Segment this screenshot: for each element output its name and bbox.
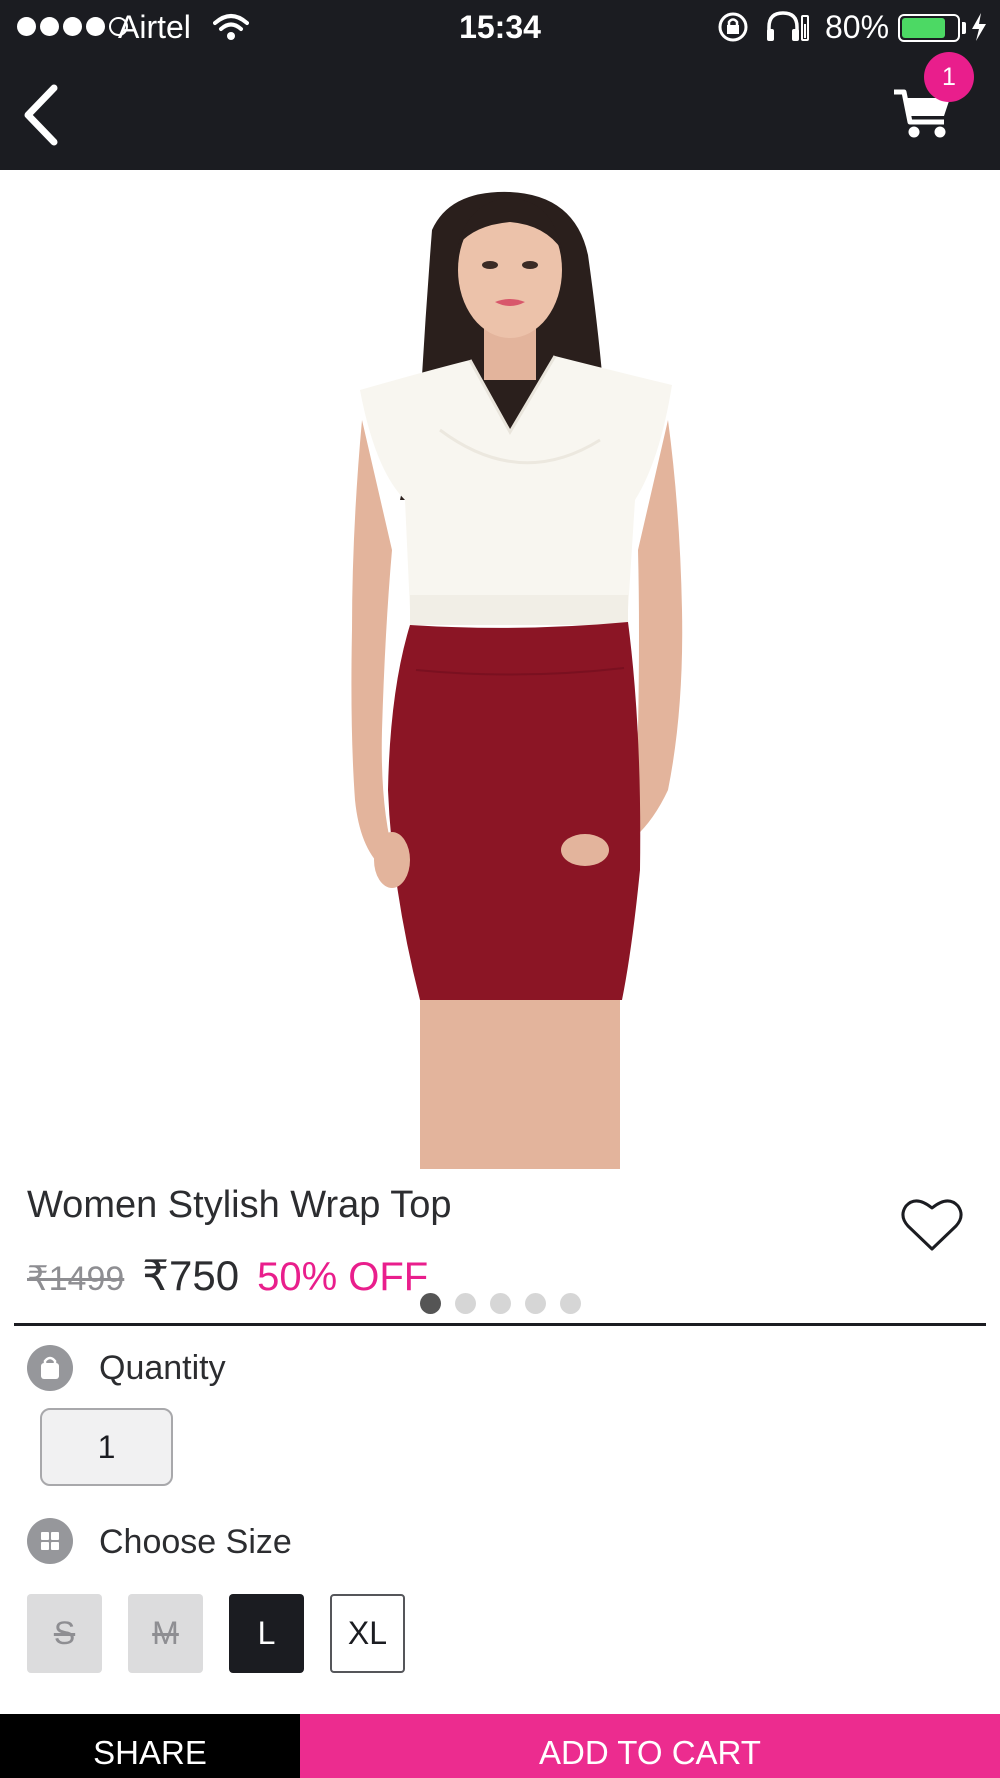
size-option-m: M (128, 1594, 203, 1673)
grid-icon (27, 1518, 73, 1564)
section-divider (14, 1323, 986, 1326)
shopping-bag-icon (27, 1345, 73, 1391)
headphones-icon (767, 11, 809, 41)
product-image-carousel[interactable] (0, 170, 1000, 1314)
price-row: ₹1499 ₹750 50% OFF (27, 1251, 428, 1300)
battery-level (902, 18, 946, 38)
status-bar: Airtel 15:34 80% (0, 0, 1000, 54)
carousel-dot[interactable] (454, 1293, 476, 1314)
app-header: Airtel 15:34 80% 1 (0, 0, 1000, 170)
quantity-selector[interactable]: 1 (40, 1408, 173, 1486)
carousel-dot[interactable] (559, 1293, 581, 1314)
charging-icon (972, 13, 986, 41)
discount-label: 50% OFF (257, 1255, 429, 1299)
cart-count-badge: 1 (924, 52, 974, 102)
battery-percent: 80% (825, 9, 890, 45)
rotation-lock-icon (718, 12, 748, 42)
share-button[interactable]: SHARE (0, 1714, 300, 1778)
carousel-dot[interactable] (489, 1293, 511, 1314)
sale-price: ₹750 (142, 1252, 240, 1299)
carousel-dot[interactable] (524, 1293, 546, 1314)
size-options: S M L XL (27, 1594, 405, 1673)
size-option-l[interactable]: L (229, 1594, 304, 1673)
product-title: Women Stylish Wrap Top (27, 1184, 452, 1226)
choose-size-label: Choose Size (99, 1523, 292, 1561)
quantity-label: Quantity (99, 1349, 226, 1387)
original-price: ₹1499 (27, 1260, 125, 1298)
back-button[interactable] (14, 78, 74, 148)
heart-icon[interactable] (900, 1196, 964, 1254)
add-to-cart-button[interactable]: ADD TO CART (300, 1714, 1000, 1778)
battery-cap (962, 22, 966, 34)
product-photo (351, 191, 683, 1169)
battery-icon (898, 14, 960, 42)
size-option-xl[interactable]: XL (330, 1594, 405, 1673)
size-option-s: S (27, 1594, 102, 1673)
